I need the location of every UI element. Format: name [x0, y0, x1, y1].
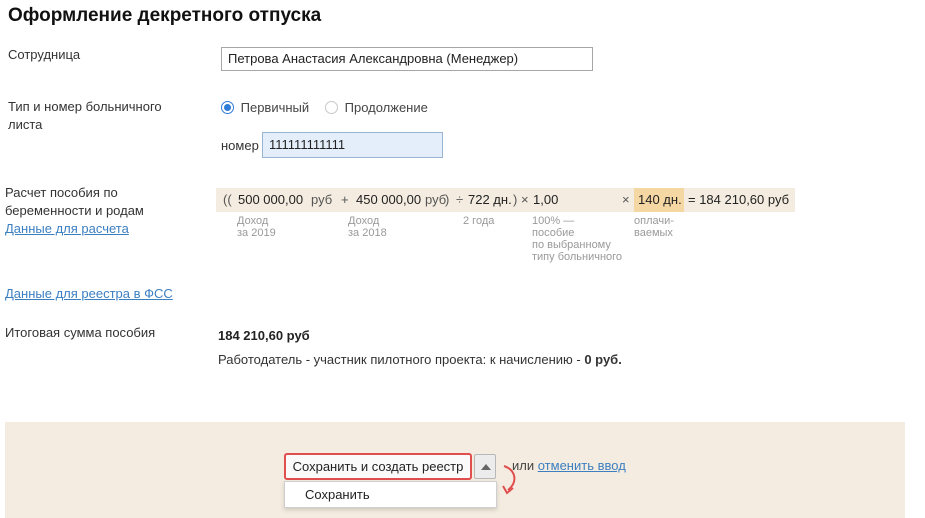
hint-line: ваемых: [634, 227, 673, 239]
save-and-create-registry-button[interactable]: Сохранить и создать реестр: [284, 453, 472, 480]
page-title: Оформление декретного отпуска: [8, 5, 322, 26]
formula-open-paren: ((: [223, 192, 232, 207]
coefficient-value[interactable]: 1,00: [533, 192, 558, 207]
pilot-project-note-text: Работодатель - участник пилотного проект…: [218, 352, 585, 367]
chevron-up-icon[interactable]: [474, 454, 496, 479]
income-2019-value[interactable]: 500 000,00: [238, 192, 303, 207]
radio-primary[interactable]: Первичный: [221, 100, 309, 115]
calculation-label-line2: беременности и родам: [5, 203, 144, 218]
fss-registry-link[interactable]: Данные для реестра в ФСС: [5, 286, 173, 301]
radio-unselected-icon[interactable]: [325, 101, 338, 114]
formula-times-2: ×: [622, 192, 630, 207]
or-cancel: или отменить ввод: [512, 458, 626, 473]
employee-field[interactable]: Петрова Анастасия Александровна (Менедже…: [221, 47, 593, 71]
formula-close-paren: ): [445, 192, 450, 207]
formula-bar: (( 500 000,00 руб + 450 000,00 руб ) ÷ 7…: [216, 188, 795, 212]
hint-line: Доход: [348, 215, 380, 227]
formula-plus: +: [341, 192, 349, 207]
radio-continuation-label: Продолжение: [344, 100, 428, 115]
sick-leave-label-line1: Тип и номер больничного: [8, 99, 162, 114]
paid-days-value[interactable]: 140 дн.: [638, 192, 682, 207]
hint-paid-days: оплачи- ваемых: [634, 215, 674, 239]
formula-result: = 184 210,60 руб: [688, 192, 790, 207]
calculation-data-link[interactable]: Данные для расчета: [5, 221, 129, 236]
number-label: номер: [221, 138, 259, 153]
save-dropdown-menu: Сохранить: [284, 481, 497, 508]
pilot-project-note: Работодатель - участник пилотного проект…: [218, 352, 622, 367]
hint-line: типу больничного: [532, 251, 623, 263]
formula-divide: ÷: [456, 192, 464, 207]
currency-1: руб: [311, 192, 333, 207]
hint-line: оплачи-: [634, 215, 674, 227]
calculation-label-line1: Расчет пособия по: [5, 185, 118, 200]
formula-times-1: ×: [521, 192, 529, 207]
hint-coefficient: 100% — пособие по выбранному типу больни…: [532, 215, 622, 263]
hint-line: 2 года: [463, 215, 495, 227]
employee-label: Сотрудница: [8, 47, 81, 62]
hint-line: 100% —: [532, 215, 575, 227]
sick-leave-number-input[interactable]: 111111111111: [262, 132, 443, 158]
income-2018-value[interactable]: 450 000,00: [356, 192, 421, 207]
hint-line: пособие: [532, 227, 575, 239]
dropdown-save-item[interactable]: Сохранить: [305, 487, 370, 502]
curved-arrow-icon: [502, 465, 516, 495]
sick-leave-label-line2: листа: [8, 117, 43, 132]
hint-income-2018: Доход за 2018: [348, 215, 387, 239]
days-total-value[interactable]: 722 дн.: [468, 192, 512, 207]
hint-days-total: 2 года: [463, 215, 494, 227]
total-label: Итоговая сумма пособия: [5, 325, 156, 340]
calculation-label: Расчет пособия по беременности и родам: [5, 184, 144, 220]
hint-line: за 2018: [348, 227, 387, 239]
cancel-link[interactable]: отменить ввод: [538, 458, 626, 473]
pilot-project-amount: 0 руб.: [584, 352, 622, 367]
hint-line: за 2019: [237, 227, 276, 239]
total-amount: 184 210,60 руб: [218, 328, 310, 343]
radio-selected-icon[interactable]: [221, 101, 234, 114]
radio-primary-label: Первичный: [240, 100, 310, 115]
formula-close-paren-2: ): [513, 192, 518, 207]
hint-line: Доход: [237, 215, 269, 227]
hint-income-2019: Доход за 2019: [237, 215, 276, 239]
currency-2: руб: [425, 192, 447, 207]
radio-continuation[interactable]: Продолжение: [325, 100, 428, 115]
hint-line: по выбранному: [532, 239, 611, 251]
sick-leave-label: Тип и номер больничного листа: [8, 98, 162, 134]
